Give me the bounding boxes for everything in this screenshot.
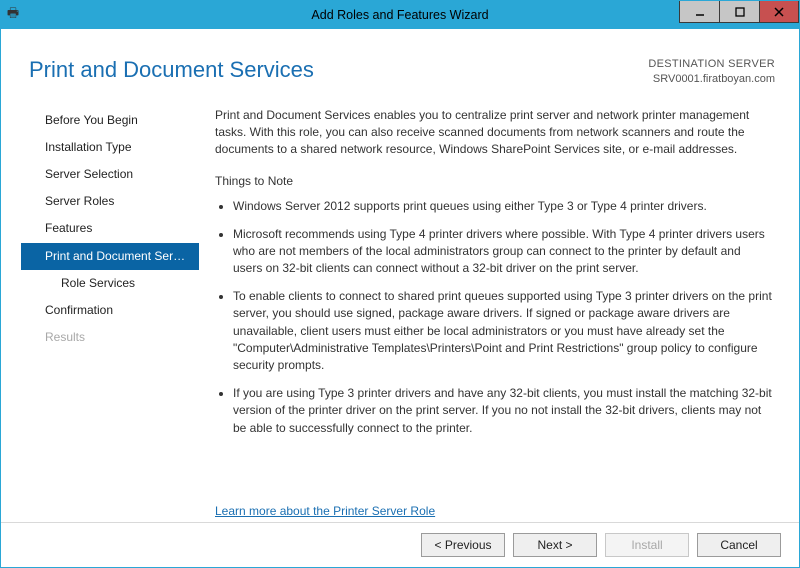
note-bullet-2: To enable clients to connect to shared p… xyxy=(233,288,773,375)
close-button[interactable] xyxy=(759,1,799,23)
install-button: Install xyxy=(605,533,689,557)
nav-item-6[interactable]: Role Services xyxy=(21,270,199,297)
wizard-nav: Before You BeginInstallation TypeServer … xyxy=(21,97,199,522)
intro-text: Print and Document Services enables you … xyxy=(215,107,773,159)
nav-item-8: Results xyxy=(21,324,199,351)
destination-server-block: DESTINATION SERVER SRV0001.firatboyan.co… xyxy=(648,57,775,87)
nav-item-2[interactable]: Server Selection xyxy=(21,161,199,188)
titlebar: 🖶 Add Roles and Features Wizard xyxy=(1,1,799,29)
body: Before You BeginInstallation TypeServer … xyxy=(1,95,799,522)
page-title: Print and Document Services xyxy=(29,57,314,83)
content-pane: Print and Document Services enables you … xyxy=(199,97,779,522)
note-bullet-3: If you are using Type 3 printer drivers … xyxy=(233,385,773,437)
cancel-button[interactable]: Cancel xyxy=(697,533,781,557)
nav-item-3[interactable]: Server Roles xyxy=(21,188,199,215)
next-button[interactable]: Next > xyxy=(513,533,597,557)
app-icon: 🖶 xyxy=(1,4,25,26)
maximize-button[interactable] xyxy=(719,1,759,23)
window-buttons xyxy=(679,1,799,29)
previous-button[interactable]: < Previous xyxy=(421,533,505,557)
nav-item-0[interactable]: Before You Begin xyxy=(21,107,199,134)
wizard-window: 🖶 Add Roles and Features Wizard Print an… xyxy=(0,0,800,568)
nav-item-7[interactable]: Confirmation xyxy=(21,297,199,324)
things-to-note-heading: Things to Note xyxy=(215,173,773,190)
footer: < Previous Next > Install Cancel xyxy=(1,522,799,567)
header: Print and Document Services DESTINATION … xyxy=(1,29,799,95)
learn-more-link[interactable]: Learn more about the Printer Server Role xyxy=(215,503,435,520)
destination-server-value: SRV0001.firatboyan.com xyxy=(648,72,775,87)
notes-list: Windows Server 2012 supports print queue… xyxy=(215,198,773,437)
minimize-button[interactable] xyxy=(679,1,719,23)
nav-item-5[interactable]: Print and Document Servi... xyxy=(21,243,199,270)
note-bullet-1: Microsoft recommends using Type 4 printe… xyxy=(233,226,773,278)
nav-item-4[interactable]: Features xyxy=(21,215,199,242)
destination-server-label: DESTINATION SERVER xyxy=(648,57,775,72)
nav-item-1[interactable]: Installation Type xyxy=(21,134,199,161)
note-bullet-0: Windows Server 2012 supports print queue… xyxy=(233,198,773,215)
